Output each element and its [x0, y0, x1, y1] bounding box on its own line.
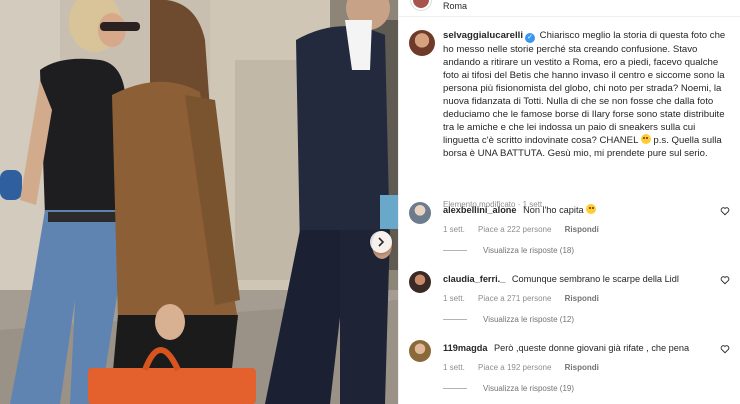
heart-outline-icon[interactable]	[720, 344, 730, 354]
verified-badge-icon: ✓	[525, 33, 535, 43]
view-replies-button[interactable]: Visualizza le risposte (12)	[443, 315, 574, 324]
replies-line	[443, 319, 467, 320]
comment-time: 1 sett.	[443, 294, 465, 303]
street-photo-illustration	[0, 0, 398, 404]
reply-button[interactable]: Rispondi	[565, 225, 599, 234]
view-replies-label: Visualizza le risposte (12)	[483, 315, 575, 324]
comment-meta: 1 sett. Piace a 222 persone Rispondi	[443, 225, 610, 234]
caption-avatar[interactable]	[409, 30, 435, 56]
reply-button[interactable]: Rispondi	[565, 294, 599, 303]
comment-text: Però ,queste donne giovani già rifate , …	[494, 343, 690, 353]
comment-likes[interactable]: Piace a 192 persone	[478, 363, 551, 372]
comment-text: Non l'ho capita	[523, 205, 584, 215]
comment-avatar[interactable]	[409, 202, 431, 224]
grinning-sweat-emoji-icon	[640, 134, 651, 144]
view-replies-button[interactable]: Visualizza le risposte (19)	[443, 384, 574, 393]
comment-likes[interactable]: Piace a 271 persone	[478, 294, 551, 303]
comment-time: 1 sett.	[443, 363, 465, 372]
reply-button[interactable]: Rispondi	[565, 363, 599, 372]
view-replies-label: Visualizza le risposte (18)	[483, 246, 575, 255]
grinning-sweat-emoji-icon	[586, 204, 597, 214]
replies-line	[443, 250, 467, 251]
comment-body: claudia_ferri._ Comunque sembrano le sca…	[443, 273, 713, 285]
comment-meta: 1 sett. Piace a 192 persone Rispondi	[443, 363, 610, 372]
caption-username[interactable]: selvaggialucarelli	[443, 30, 523, 41]
view-replies-button[interactable]: Visualizza le risposte (18)	[443, 246, 574, 255]
caption-body: Chiarisco meglio la storia di questa fot…	[443, 30, 726, 146]
heart-outline-icon[interactable]	[720, 275, 730, 285]
comment-username[interactable]: claudia_ferri._	[443, 274, 505, 284]
chevron-right-icon	[378, 237, 385, 247]
comment-time: 1 sett.	[443, 225, 465, 234]
post-header: Roma	[399, 0, 740, 12]
post-photo[interactable]	[0, 0, 398, 404]
comment-likes[interactable]: Piace a 222 persone	[478, 225, 551, 234]
comment-username[interactable]: 119magda	[443, 343, 487, 353]
comment-body: 119magda Però ,queste donne giovani già …	[443, 342, 713, 354]
view-replies-label: Visualizza le risposte (19)	[483, 384, 575, 393]
comment-body: alexbellini_alone Non l'ho capita	[443, 204, 713, 216]
heart-outline-icon[interactable]	[720, 206, 730, 216]
carousel-next-button[interactable]	[370, 231, 392, 253]
header-avatar[interactable]	[411, 0, 431, 10]
comment-username[interactable]: alexbellini_alone	[443, 205, 517, 215]
comment-avatar[interactable]	[409, 340, 431, 362]
comments-panel: Roma selvaggialucarelli ✓ Chiarisco megli…	[398, 0, 740, 404]
comment-text: Comunque sembrano le scarpe della Lidl	[511, 274, 679, 284]
comment-avatar[interactable]	[409, 271, 431, 293]
caption-text: selvaggialucarelli ✓ Chiarisco meglio la …	[443, 29, 733, 160]
header-divider	[399, 16, 740, 17]
comment-meta: 1 sett. Piace a 271 persone Rispondi	[443, 294, 610, 303]
post-location[interactable]: Roma	[443, 1, 467, 11]
replies-line	[443, 388, 467, 389]
